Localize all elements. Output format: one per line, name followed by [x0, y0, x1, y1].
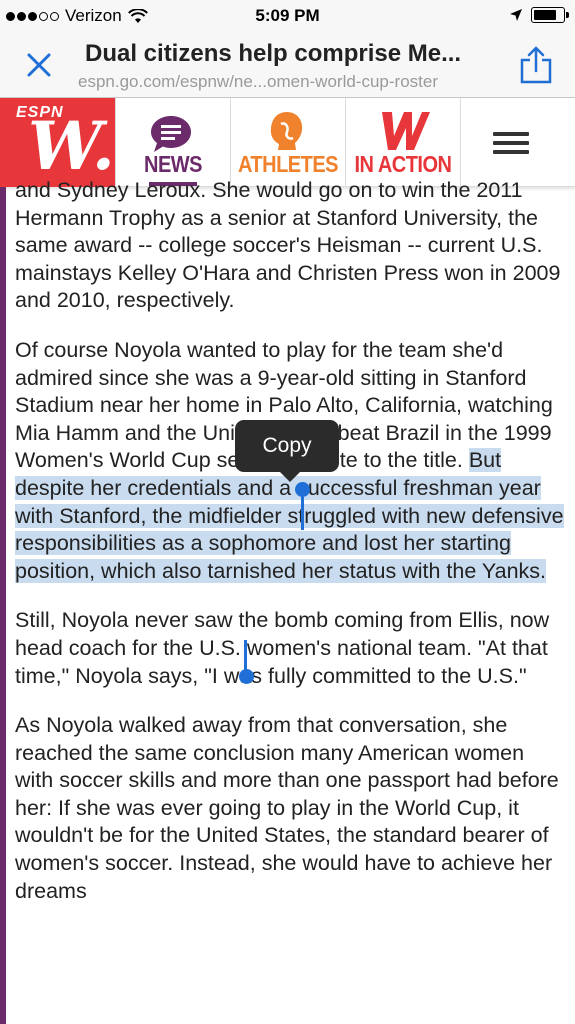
chat-bubble-icon [151, 116, 191, 152]
selection-end-caret [244, 640, 247, 670]
nav-news-label: NEWS [144, 152, 203, 178]
browser-address-bar: Dual citizens help comprise Me... espn.g… [0, 32, 575, 98]
page-url[interactable]: espn.go.com/espnw/ne...omen-world-cup-ro… [78, 72, 508, 92]
nav-in-action-label: IN ACTION [354, 152, 452, 178]
article-body: and Sydney Leroux. She would go on to wi… [15, 177, 565, 927]
nav-athletes[interactable]: ATHLETES [230, 98, 345, 187]
article-paragraph: Still, Noyola never saw the bomb coming … [15, 608, 550, 688]
article-accent-rule [0, 187, 6, 1024]
article-paragraph: As Noyola walked away from that conversa… [15, 713, 559, 903]
selection-end-handle[interactable] [239, 669, 254, 684]
nav-athletes-label: ATHLETES [237, 152, 339, 178]
copy-button[interactable]: Copy [235, 420, 339, 482]
nav-menu[interactable] [460, 98, 575, 187]
status-right [509, 7, 569, 23]
location-arrow-icon [510, 9, 522, 21]
nav-in-action[interactable]: IN ACTION [345, 98, 460, 187]
page-title[interactable]: Dual citizens help comprise Me... [85, 40, 505, 68]
site-nav: W. ESPN NEWS ATHLETES IN ACTION [0, 98, 575, 187]
logo-espn: ESPN [16, 104, 64, 121]
article-paragraph: and Sydney Leroux. She would go on to wi… [15, 178, 561, 313]
nav-news[interactable]: NEWS [115, 98, 230, 187]
share-icon[interactable] [519, 46, 553, 84]
battery-icon [531, 7, 569, 23]
w-logo-icon [382, 112, 430, 150]
status-bar: Verizon 5:09 PM [0, 0, 575, 32]
hamburger-menu-icon[interactable] [493, 132, 529, 154]
espnw-logo[interactable]: W. ESPN [0, 98, 115, 187]
close-icon[interactable] [24, 50, 54, 80]
athlete-head-icon [270, 112, 303, 150]
status-time: 5:09 PM [255, 6, 320, 25]
selection-start-caret [301, 490, 304, 530]
